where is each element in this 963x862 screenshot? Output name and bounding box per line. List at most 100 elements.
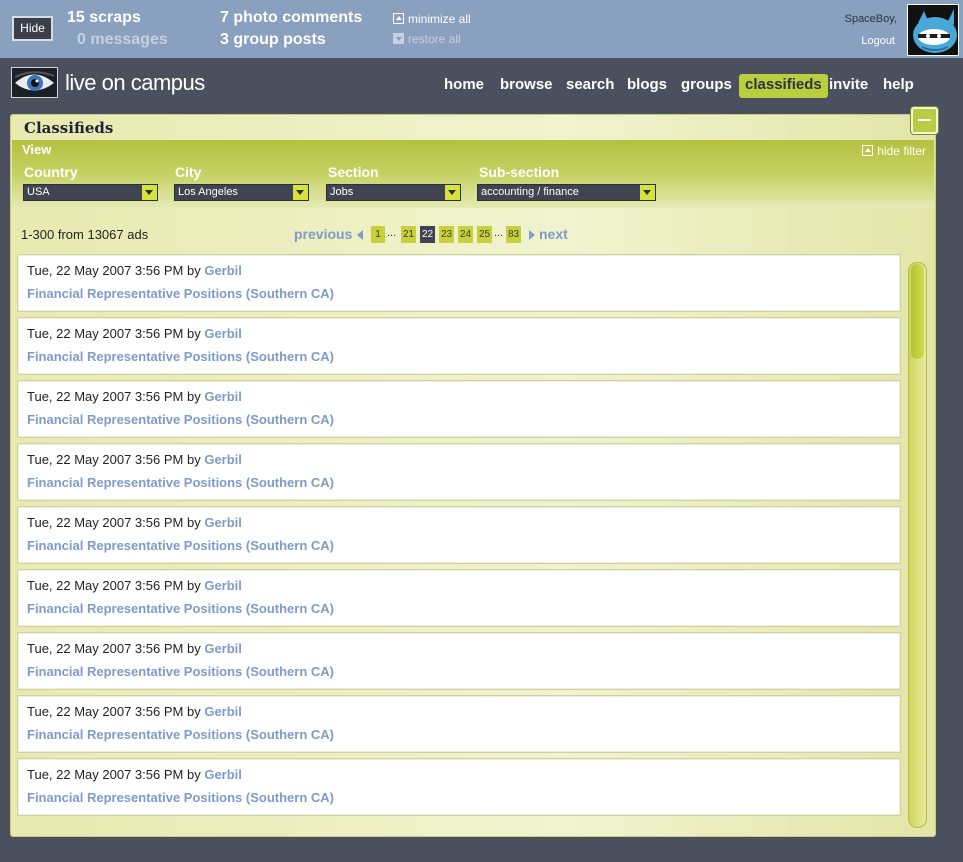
ad-title-link[interactable]: Financial Representative Positions (Sout… [27,286,334,301]
ad-author-link[interactable]: Gerbil [204,452,242,467]
ad-by: by [186,515,201,530]
scrollbar[interactable] [908,262,927,828]
photo-comments-count: 7 [220,9,229,26]
minimize-all-button[interactable]: minimize all [393,12,471,26]
chevron-down-icon [142,185,157,200]
ad-list-item[interactable]: Tue, 22 May 2007 3:56 PM by Gerbil Finan… [17,380,901,438]
page-link-23[interactable]: 23 [439,226,454,243]
ad-title-link[interactable]: Financial Representative Positions (Sout… [27,790,334,805]
nav-classifieds[interactable]: classifieds [739,74,828,98]
filter-view-label: View [22,142,52,157]
messages-count: 0 [77,31,86,48]
section-select[interactable]: Jobs [326,184,461,201]
hide-button[interactable]: Hide [12,16,53,41]
previous-arrow-icon[interactable] [357,230,363,240]
ad-title-link[interactable]: Financial Representative Positions (Sout… [27,664,334,679]
next-arrow-icon[interactable] [529,230,535,240]
ad-list-item[interactable]: Tue, 22 May 2007 3:56 PM by Gerbil Finan… [17,695,901,753]
ad-list-item[interactable]: Tue, 22 May 2007 3:56 PM by Gerbil Finan… [17,758,901,816]
ad-by: by [186,641,201,656]
scrollbar-thumb[interactable] [911,264,924,359]
nav-blogs[interactable]: blogs [627,74,667,98]
panel-minimize-icon[interactable] [911,107,938,134]
ad-date: Tue, 22 May 2007 3:56 PM [27,641,184,656]
ad-author-link[interactable]: Gerbil [204,578,242,593]
filter-bar: View hide filter Country USA City Los An… [12,140,934,208]
nav-home[interactable]: home [444,74,484,98]
ad-by: by [186,578,201,593]
page-link-83[interactable]: 83 [506,226,521,243]
messages-label: messages [90,31,168,48]
avatar[interactable] [907,4,959,56]
ad-list-item[interactable]: Tue, 22 May 2007 3:56 PM by Gerbil Finan… [17,506,901,564]
classifieds-panel: Classifieds View hide filter Country USA… [10,107,938,837]
eye-logo-icon[interactable] [11,67,58,98]
ad-list-item[interactable]: Tue, 22 May 2007 3:56 PM by Gerbil Finan… [17,569,901,627]
ad-date: Tue, 22 May 2007 3:56 PM [27,326,184,341]
logout-link[interactable]: Logout [861,35,895,47]
page-link-1[interactable]: 1 [371,226,385,243]
ad-meta: Tue, 22 May 2007 3:56 PM by Gerbil [27,389,242,404]
ad-list-item[interactable]: Tue, 22 May 2007 3:56 PM by Gerbil Finan… [17,632,901,690]
scraps-count: 15 [67,9,85,26]
ad-title-link[interactable]: Financial Representative Positions (Sout… [27,538,334,553]
ad-title-link[interactable]: Financial Representative Positions (Sout… [27,349,334,364]
previous-link[interactable]: previous [294,226,352,242]
country-select[interactable]: USA [23,184,158,201]
nav-help[interactable]: help [883,74,914,98]
ad-list-item[interactable]: Tue, 22 May 2007 3:56 PM by Gerbil Finan… [17,317,901,375]
page-link-25[interactable]: 25 [477,226,492,243]
scraps-link[interactable]: 15 scraps [67,9,141,27]
nav-browse[interactable]: browse [500,74,553,98]
page-current-22: 22 [420,226,435,243]
ad-author-link[interactable]: Gerbil [204,326,242,341]
nav-search[interactable]: search [566,74,614,98]
subsection-label: Sub-section [479,164,560,180]
nav-groups[interactable]: groups [681,74,732,98]
chevron-down-icon [445,185,460,200]
page-link-24[interactable]: 24 [458,226,473,243]
chevron-down-icon [293,185,308,200]
ad-author-link[interactable]: Gerbil [204,263,242,278]
group-posts-link[interactable]: 3 group posts [220,31,326,49]
ad-author-link[interactable]: Gerbil [204,389,242,404]
next-link[interactable]: next [539,226,568,242]
group-posts-count: 3 [220,31,229,48]
restore-all-label: restore all [408,32,461,46]
ad-date: Tue, 22 May 2007 3:56 PM [27,452,184,467]
subsection-select[interactable]: accounting / finance [477,184,656,201]
section-value: Jobs [330,186,354,198]
ad-date: Tue, 22 May 2007 3:56 PM [27,263,184,278]
photo-comments-link[interactable]: 7 photo comments [220,9,362,27]
chevron-down-icon [640,185,655,200]
ad-author-link[interactable]: Gerbil [204,515,242,530]
ad-author-link[interactable]: Gerbil [204,767,242,782]
ad-date: Tue, 22 May 2007 3:56 PM [27,578,184,593]
ad-by: by [186,389,201,404]
ad-by: by [186,263,201,278]
ad-title-link[interactable]: Financial Representative Positions (Sout… [27,475,334,490]
site-logo-text[interactable]: live on campus [65,70,205,96]
ad-title-link[interactable]: Financial Representative Positions (Sout… [27,601,334,616]
restore-all-button[interactable]: restore all [393,32,461,46]
scraps-label: scraps [89,9,141,26]
ad-title-link[interactable]: Financial Representative Positions (Sout… [27,412,334,427]
ad-date: Tue, 22 May 2007 3:56 PM [27,389,184,404]
ad-list-item[interactable]: Tue, 22 May 2007 3:56 PM by Gerbil Finan… [17,254,901,312]
hide-filter-button[interactable]: hide filter [862,144,926,158]
ad-meta: Tue, 22 May 2007 3:56 PM by Gerbil [27,641,242,656]
messages-link[interactable]: 0 messages [77,31,168,49]
ad-by: by [186,326,201,341]
ad-meta: Tue, 22 May 2007 3:56 PM by Gerbil [27,515,242,530]
ad-author-link[interactable]: Gerbil [204,704,242,719]
ad-list-item[interactable]: Tue, 22 May 2007 3:56 PM by Gerbil Finan… [17,443,901,501]
ad-title-link[interactable]: Financial Representative Positions (Sout… [27,727,334,742]
page-link-21[interactable]: 21 [401,226,416,243]
ad-author-link[interactable]: Gerbil [204,641,242,656]
city-select[interactable]: Los Angeles [174,184,309,201]
ad-meta: Tue, 22 May 2007 3:56 PM by Gerbil [27,704,242,719]
country-label: Country [24,164,78,180]
group-posts-label: group posts [233,31,326,48]
ad-date: Tue, 22 May 2007 3:56 PM [27,704,184,719]
nav-invite[interactable]: invite [829,74,868,98]
